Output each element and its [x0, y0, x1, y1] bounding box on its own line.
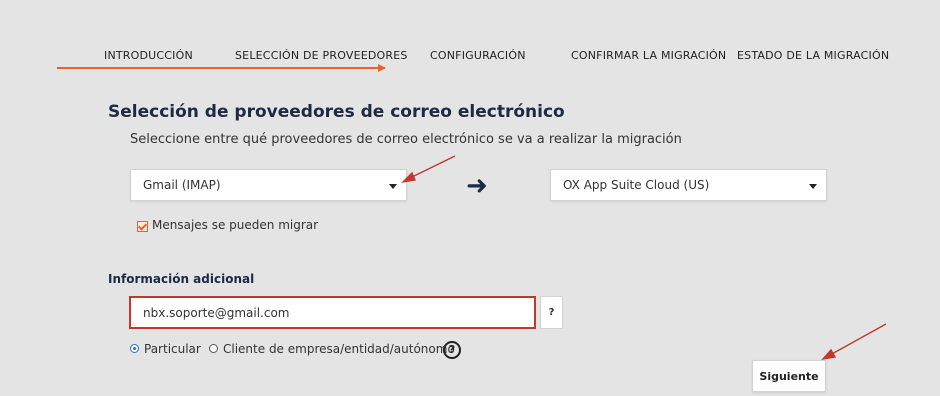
arrow-right-icon: ➜ [466, 171, 488, 201]
radio-particular[interactable] [130, 344, 139, 353]
destination-provider-select[interactable]: OX App Suite Cloud (US) [550, 169, 827, 201]
page-subtitle: Seleccione entre qué proveedores de corr… [130, 132, 682, 147]
page-title: Selección de proveedores de correo elect… [108, 102, 565, 122]
annotation-arrow-next [829, 323, 887, 356]
migrate-messages-label: Mensajes se pueden migrar [152, 218, 319, 232]
destination-provider-value: OX App Suite Cloud (US) [563, 178, 710, 192]
radio-empresa[interactable] [209, 344, 218, 353]
source-provider-value: Gmail (IMAP) [143, 178, 221, 192]
radio-empresa-label[interactable]: Cliente de empresa/entidad/autónomo [223, 342, 455, 356]
next-button[interactable]: Siguiente [752, 360, 826, 392]
migrate-messages-checkbox[interactable] [137, 221, 148, 232]
help-button[interactable]: ? [540, 296, 563, 329]
additional-info-heading: Información adicional [108, 272, 255, 286]
step-confirmar-migracion[interactable]: CONFIRMAR LA MIGRACIÓN [571, 49, 726, 62]
wizard-progress-bar [57, 67, 385, 69]
step-introduccion[interactable]: INTRODUCCIÓN [104, 49, 193, 62]
step-configuracion[interactable]: CONFIGURACIÓN [430, 49, 526, 62]
progress-arrow-icon [378, 64, 386, 72]
source-provider-select[interactable]: Gmail (IMAP) [130, 169, 407, 201]
step-seleccion-proveedores[interactable]: SELECCIÓN DE PROVEEDORES [235, 49, 408, 62]
step-estado-migracion[interactable]: ESTADO DE LA MIGRACIÓN [737, 49, 889, 62]
info-question-icon[interactable]: ? [443, 341, 461, 359]
radio-particular-label[interactable]: Particular [144, 342, 201, 356]
annotation-arrowhead-next [821, 348, 837, 361]
email-input[interactable] [129, 296, 536, 329]
chevron-down-icon [809, 184, 817, 189]
chevron-down-icon [389, 184, 397, 189]
annotation-arrow-source [409, 155, 456, 179]
